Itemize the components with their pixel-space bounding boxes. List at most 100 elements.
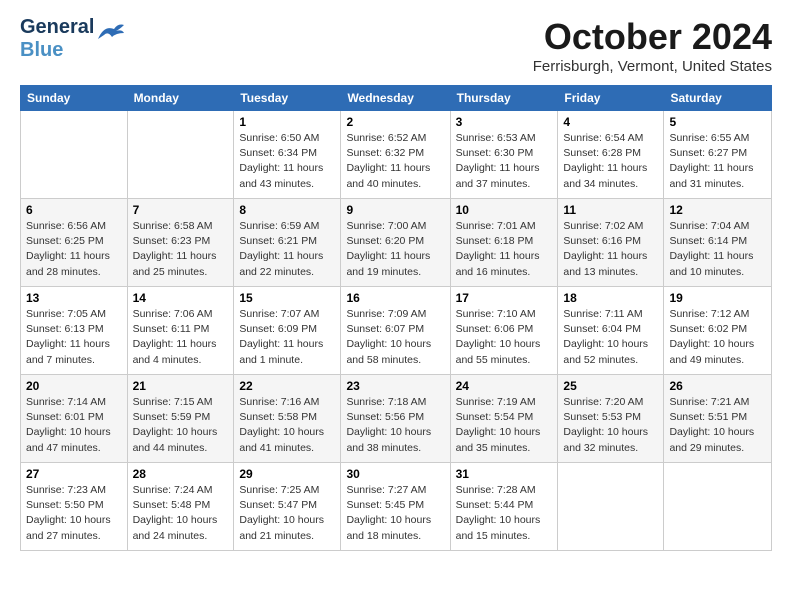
day-cell [558, 463, 664, 551]
day-number: 12 [669, 203, 766, 217]
logo-bird-icon [96, 21, 126, 43]
day-number: 15 [239, 291, 335, 305]
day-cell: 16 Sunrise: 7:09 AM Sunset: 6:07 PM Dayli… [341, 287, 450, 375]
day-info: Sunrise: 7:01 AM Sunset: 6:18 PM Dayligh… [456, 219, 553, 280]
day-cell: 30 Sunrise: 7:27 AM Sunset: 5:45 PM Dayli… [341, 463, 450, 551]
day-info: Sunrise: 7:00 AM Sunset: 6:20 PM Dayligh… [346, 219, 444, 280]
day-info: Sunrise: 7:27 AM Sunset: 5:45 PM Dayligh… [346, 483, 444, 544]
day-cell: 27Sunrise: 7:23 AM Sunset: 5:50 PM Dayli… [21, 463, 128, 551]
day-info: Sunrise: 7:14 AM Sunset: 6:01 PM Dayligh… [26, 395, 122, 456]
day-number: 31 [456, 467, 553, 481]
day-info: Sunrise: 7:15 AM Sunset: 5:59 PM Dayligh… [133, 395, 229, 456]
day-cell: 5Sunrise: 6:55 AM Sunset: 6:27 PM Daylig… [664, 111, 772, 199]
day-info: Sunrise: 7:06 AM Sunset: 6:11 PM Dayligh… [133, 307, 229, 368]
day-cell: 25Sunrise: 7:20 AM Sunset: 5:53 PM Dayli… [558, 375, 664, 463]
day-cell [21, 111, 128, 199]
day-info: Sunrise: 7:20 AM Sunset: 5:53 PM Dayligh… [563, 395, 658, 456]
calendar-container: General Blue October 2024 Ferrisburgh, V… [0, 0, 792, 563]
day-info: Sunrise: 7:24 AM Sunset: 5:48 PM Dayligh… [133, 483, 229, 544]
day-number: 20 [26, 379, 122, 393]
day-number: 17 [456, 291, 553, 305]
day-info: Sunrise: 6:54 AM Sunset: 6:28 PM Dayligh… [563, 131, 658, 192]
logo: General Blue [20, 16, 126, 62]
day-number: 30 [346, 467, 444, 481]
day-number: 2 [346, 115, 444, 129]
day-number: 14 [133, 291, 229, 305]
day-number: 23 [346, 379, 444, 393]
col-header-sunday: Sunday [21, 86, 128, 111]
day-info: Sunrise: 7:07 AM Sunset: 6:09 PM Dayligh… [239, 307, 335, 368]
day-number: 7 [133, 203, 229, 217]
day-info: Sunrise: 7:10 AM Sunset: 6:06 PM Dayligh… [456, 307, 553, 368]
header-row: SundayMondayTuesdayWednesdayThursdayFrid… [21, 86, 772, 111]
day-cell: 29Sunrise: 7:25 AM Sunset: 5:47 PM Dayli… [234, 463, 341, 551]
day-number: 24 [456, 379, 553, 393]
day-info: Sunrise: 7:21 AM Sunset: 5:51 PM Dayligh… [669, 395, 766, 456]
day-cell: 23 Sunrise: 7:18 AM Sunset: 5:56 PM Dayli… [341, 375, 450, 463]
day-info: Sunrise: 7:09 AM Sunset: 6:07 PM Dayligh… [346, 307, 444, 368]
day-info: Sunrise: 6:52 AM Sunset: 6:32 PM Dayligh… [346, 131, 444, 192]
col-header-monday: Monday [127, 86, 234, 111]
day-cell: 15 Sunrise: 7:07 AM Sunset: 6:09 PM Dayli… [234, 287, 341, 375]
day-info: Sunrise: 7:05 AM Sunset: 6:13 PM Dayligh… [26, 307, 122, 368]
logo-blue: Blue [20, 39, 63, 61]
col-header-tuesday: Tuesday [234, 86, 341, 111]
title-area: October 2024 Ferrisburgh, Vermont, Unite… [533, 16, 772, 75]
day-cell: 4 Sunrise: 6:54 AM Sunset: 6:28 PM Daylig… [558, 111, 664, 199]
day-cell: 6 Sunrise: 6:56 AM Sunset: 6:25 PM Daylig… [21, 199, 128, 287]
day-cell: 26 Sunrise: 7:21 AM Sunset: 5:51 PM Dayli… [664, 375, 772, 463]
day-cell: 11 Sunrise: 7:02 AM Sunset: 6:16 PM Dayli… [558, 199, 664, 287]
day-cell: 19 Sunrise: 7:12 AM Sunset: 6:02 PM Dayli… [664, 287, 772, 375]
day-cell [664, 463, 772, 551]
day-cell: 22Sunrise: 7:16 AM Sunset: 5:58 PM Dayli… [234, 375, 341, 463]
day-cell: 13 Sunrise: 7:05 AM Sunset: 6:13 PM Dayli… [21, 287, 128, 375]
day-info: Sunrise: 7:02 AM Sunset: 6:16 PM Dayligh… [563, 219, 658, 280]
day-number: 9 [346, 203, 444, 217]
day-info: Sunrise: 7:18 AM Sunset: 5:56 PM Dayligh… [346, 395, 444, 456]
month-title: October 2024 [533, 16, 772, 58]
week-row-2: 6 Sunrise: 6:56 AM Sunset: 6:25 PM Daylig… [21, 199, 772, 287]
day-info: Sunrise: 7:19 AM Sunset: 5:54 PM Dayligh… [456, 395, 553, 456]
logo-general: General [20, 16, 94, 38]
day-number: 4 [563, 115, 658, 129]
day-cell: 18Sunrise: 7:11 AM Sunset: 6:04 PM Dayli… [558, 287, 664, 375]
day-cell: 2 Sunrise: 6:52 AM Sunset: 6:32 PM Daylig… [341, 111, 450, 199]
col-header-saturday: Saturday [664, 86, 772, 111]
day-cell: 9 Sunrise: 7:00 AM Sunset: 6:20 PM Daylig… [341, 199, 450, 287]
day-cell: 21Sunrise: 7:15 AM Sunset: 5:59 PM Dayli… [127, 375, 234, 463]
day-info: Sunrise: 7:11 AM Sunset: 6:04 PM Dayligh… [563, 307, 658, 368]
day-cell: 31 Sunrise: 7:28 AM Sunset: 5:44 PM Dayli… [450, 463, 558, 551]
day-cell: 10Sunrise: 7:01 AM Sunset: 6:18 PM Dayli… [450, 199, 558, 287]
day-info: Sunrise: 7:28 AM Sunset: 5:44 PM Dayligh… [456, 483, 553, 544]
day-number: 13 [26, 291, 122, 305]
day-cell: 3Sunrise: 6:53 AM Sunset: 6:30 PM Daylig… [450, 111, 558, 199]
location: Ferrisburgh, Vermont, United States [533, 58, 772, 75]
day-number: 16 [346, 291, 444, 305]
day-number: 6 [26, 203, 122, 217]
day-info: Sunrise: 7:12 AM Sunset: 6:02 PM Dayligh… [669, 307, 766, 368]
day-number: 5 [669, 115, 766, 129]
day-info: Sunrise: 6:56 AM Sunset: 6:25 PM Dayligh… [26, 219, 122, 280]
week-row-3: 13 Sunrise: 7:05 AM Sunset: 6:13 PM Dayli… [21, 287, 772, 375]
col-header-friday: Friday [558, 86, 664, 111]
week-row-4: 20 Sunrise: 7:14 AM Sunset: 6:01 PM Dayli… [21, 375, 772, 463]
day-info: Sunrise: 7:16 AM Sunset: 5:58 PM Dayligh… [239, 395, 335, 456]
day-number: 11 [563, 203, 658, 217]
day-number: 26 [669, 379, 766, 393]
day-cell [127, 111, 234, 199]
day-cell: 1Sunrise: 6:50 AM Sunset: 6:34 PM Daylig… [234, 111, 341, 199]
day-cell: 24 Sunrise: 7:19 AM Sunset: 5:54 PM Dayli… [450, 375, 558, 463]
day-number: 8 [239, 203, 335, 217]
day-info: Sunrise: 6:59 AM Sunset: 6:21 PM Dayligh… [239, 219, 335, 280]
day-cell: 20 Sunrise: 7:14 AM Sunset: 6:01 PM Dayli… [21, 375, 128, 463]
day-cell: 7Sunrise: 6:58 AM Sunset: 6:23 PM Daylig… [127, 199, 234, 287]
day-cell: 14 Sunrise: 7:06 AM Sunset: 6:11 PM Dayli… [127, 287, 234, 375]
day-info: Sunrise: 7:23 AM Sunset: 5:50 PM Dayligh… [26, 483, 122, 544]
day-info: Sunrise: 6:53 AM Sunset: 6:30 PM Dayligh… [456, 131, 553, 192]
header: General Blue October 2024 Ferrisburgh, V… [20, 16, 772, 75]
day-cell: 12 Sunrise: 7:04 AM Sunset: 6:14 PM Dayli… [664, 199, 772, 287]
day-info: Sunrise: 7:04 AM Sunset: 6:14 PM Dayligh… [669, 219, 766, 280]
day-number: 19 [669, 291, 766, 305]
day-cell: 8 Sunrise: 6:59 AM Sunset: 6:21 PM Daylig… [234, 199, 341, 287]
day-info: Sunrise: 6:50 AM Sunset: 6:34 PM Dayligh… [239, 131, 335, 192]
